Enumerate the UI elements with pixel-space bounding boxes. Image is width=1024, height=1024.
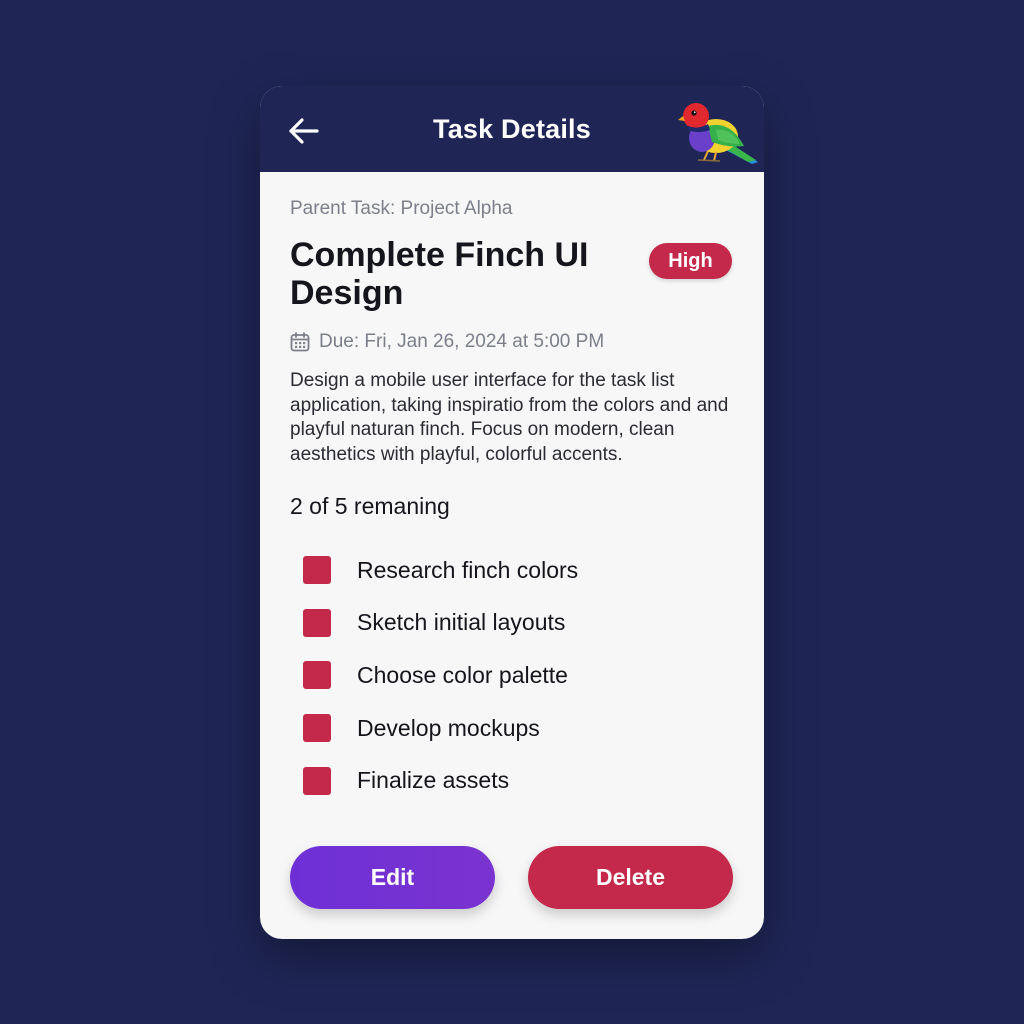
subtask-checkbox[interactable]: [303, 766, 331, 795]
parent-task-label: Parent Task: Project Alpha: [290, 198, 513, 219]
subtask-item[interactable]: Sketch initial layouts: [303, 597, 578, 650]
subtask-item[interactable]: Choose color palette: [303, 649, 578, 702]
task-description: Design a mobile user interface for the t…: [290, 370, 729, 465]
subtask-item[interactable]: Research finch colors: [303, 544, 578, 597]
subtask-list: Research finch colors Sketch initial lay…: [303, 544, 578, 807]
subtask-item[interactable]: Develop mockups: [303, 702, 578, 755]
calendar-icon: [290, 332, 310, 352]
edit-button[interactable]: Edit: [290, 846, 495, 909]
subtask-item[interactable]: Finalize assets: [303, 754, 578, 807]
due-date-text: Due: Fri, Jan 26, 2024 at 5:00 PM: [319, 331, 605, 352]
priority-badge: High: [649, 243, 732, 279]
task-details-card: Task Details Parent Task: Project Alpha …: [260, 86, 764, 939]
subtask-label: Develop mockups: [357, 714, 540, 741]
due-date: Due: Fri, Jan 26, 2024 at 5:00 PM: [290, 330, 604, 354]
app-header: Task Details: [260, 86, 764, 172]
delete-button[interactable]: Delete: [528, 846, 733, 909]
subtask-checkbox[interactable]: [303, 608, 331, 637]
subtask-checkbox[interactable]: [303, 556, 331, 585]
subtask-label: Sketch initial layouts: [357, 609, 566, 636]
task-title: Complete Finch UI Design: [290, 236, 589, 312]
subtask-label: Research finch colors: [357, 556, 579, 583]
subtask-checkbox[interactable]: [303, 661, 331, 690]
subtasks-remaining-count: 2 of 5 remaning: [290, 493, 450, 519]
subtask-checkbox[interactable]: [303, 714, 331, 743]
subtask-label: Choose color palette: [357, 661, 568, 688]
finch-bird-icon: [678, 103, 758, 164]
subtask-label: Finalize assets: [357, 767, 510, 794]
